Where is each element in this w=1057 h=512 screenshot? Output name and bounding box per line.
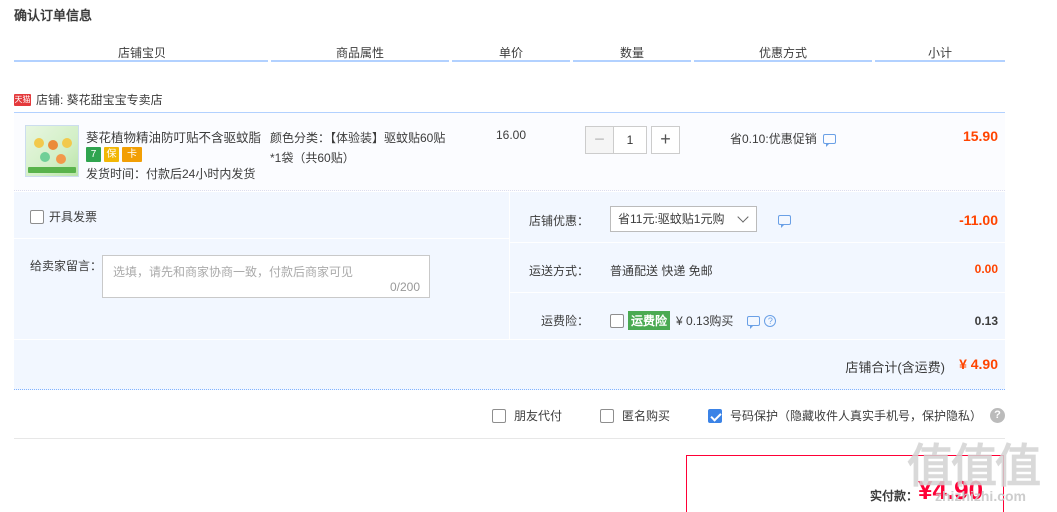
credit-card-icon[interactable]: 卡 — [122, 147, 142, 162]
header-underline — [694, 60, 872, 62]
promotion-text: 省0.10:优惠促销 — [730, 132, 817, 146]
anonymous-checkbox[interactable] — [600, 408, 614, 423]
divider — [510, 292, 1005, 293]
anonymous-option[interactable]: 匿名购买 — [600, 407, 670, 424]
header-underline — [875, 60, 1005, 62]
coupon-selected-value: 省11元:驱蚊贴1元购 — [618, 212, 725, 226]
number-protect-label: 号码保护（隐藏收件人真实手机号，保护隐私） — [730, 409, 983, 423]
divider — [14, 238, 509, 239]
number-protect-option[interactable]: 号码保护（隐藏收件人真实手机号，保护隐私） — [708, 407, 982, 424]
coupon-label: 店铺优惠： — [528, 214, 589, 228]
help-icon[interactable]: ? — [764, 314, 777, 327]
page-title: 确认订单信息 — [14, 8, 93, 23]
item-subtotal: 15.90 — [962, 128, 998, 144]
chat-icon[interactable] — [747, 315, 761, 329]
ship-time: 发货时间：付款后24小时内发货 — [86, 167, 256, 181]
shop-total-label: 店铺合计(含运费) — [845, 360, 945, 375]
product-attributes: 颜色分类：【体验装】驱蚊贴60贴*1袋（共60贴） — [270, 131, 446, 165]
friend-pay-option[interactable]: 朋友代付 — [492, 407, 562, 424]
divider — [510, 242, 1005, 243]
ship-label: 运送方式： — [528, 264, 589, 278]
friend-pay-label: 朋友代付 — [514, 409, 563, 423]
insurance-tag: 运费险 — [628, 311, 671, 330]
divider — [14, 438, 1005, 439]
shop-row: 天猫 店铺: 葵花甜宝宝专卖店 — [14, 91, 163, 108]
qty-decrease-button[interactable]: − — [585, 126, 614, 154]
shop-total-value: ¥ 4.90 — [959, 356, 998, 372]
ship-method: 普通配送 快递 免邮 — [610, 264, 713, 278]
product-thumbnail[interactable] — [25, 125, 79, 177]
shop-name-link[interactable]: 店铺: 葵花甜宝宝专卖店 — [36, 91, 163, 108]
message-label: 给卖家留言： — [30, 259, 103, 273]
message-char-count: 0/200 — [389, 280, 420, 294]
divider — [509, 192, 510, 339]
insurance-label: 运费险： — [540, 314, 589, 328]
number-protect-checkbox[interactable] — [708, 408, 722, 423]
insurance-amount: 0.13 — [974, 314, 998, 328]
insurance-price: ¥ 0.13购买 — [676, 314, 734, 328]
anonymous-label: 匿名购买 — [622, 409, 671, 423]
chat-icon[interactable] — [822, 133, 836, 147]
guarantee-icon[interactable]: 保 — [104, 147, 119, 162]
insurance-checkbox[interactable] — [610, 313, 624, 328]
ship-amount: 0.00 — [974, 262, 998, 276]
seven-day-return-icon[interactable]: 7 — [86, 147, 101, 162]
header-underline — [14, 60, 268, 62]
watermark-url: zhizhizhi.com — [935, 488, 1026, 504]
qty-input[interactable]: 1 — [613, 126, 647, 154]
header-underline — [452, 60, 570, 62]
friend-pay-checkbox[interactable] — [492, 408, 506, 423]
shipping-insurance: 运费险 ¥ 0.13购买 ? — [610, 311, 777, 330]
qty-increase-button[interactable]: + — [651, 126, 680, 154]
watermark-logo: 值值值 — [907, 440, 1041, 492]
chat-icon[interactable] — [778, 215, 791, 228]
seller-message-input[interactable]: 选填，请先和商家协商一致，付款后商家可见 0/200 — [102, 255, 430, 298]
tmall-badge-icon: 天猫 — [14, 93, 31, 106]
promotion: 省0.10:优惠促销 — [730, 130, 836, 147]
invoice-option[interactable]: 开具发票 — [30, 208, 97, 225]
shop-coupon-select[interactable]: 省11元:驱蚊贴1元购 — [610, 206, 757, 232]
message-placeholder: 选填，请先和商家协商一致，付款后商家可见 — [113, 265, 354, 279]
watermark: 值值值 zhizhizhi.com — [905, 430, 1055, 512]
header-underline — [573, 60, 691, 62]
quantity-stepper: − 1 + — [585, 126, 680, 154]
invoice-label: 开具发票 — [49, 210, 98, 224]
caret-down-icon — [737, 211, 749, 223]
product-name-link[interactable]: 葵花植物精油防叮贴不含驱蚊脂 — [86, 127, 266, 146]
header-underline — [271, 60, 449, 62]
question-icon[interactable]: ? — [990, 408, 1005, 423]
invoice-checkbox[interactable] — [30, 209, 44, 224]
coupon-amount: -11.00 — [959, 212, 998, 228]
unit-price: 16.00 — [496, 128, 527, 142]
service-icons: 7 保 卡 — [86, 147, 142, 162]
